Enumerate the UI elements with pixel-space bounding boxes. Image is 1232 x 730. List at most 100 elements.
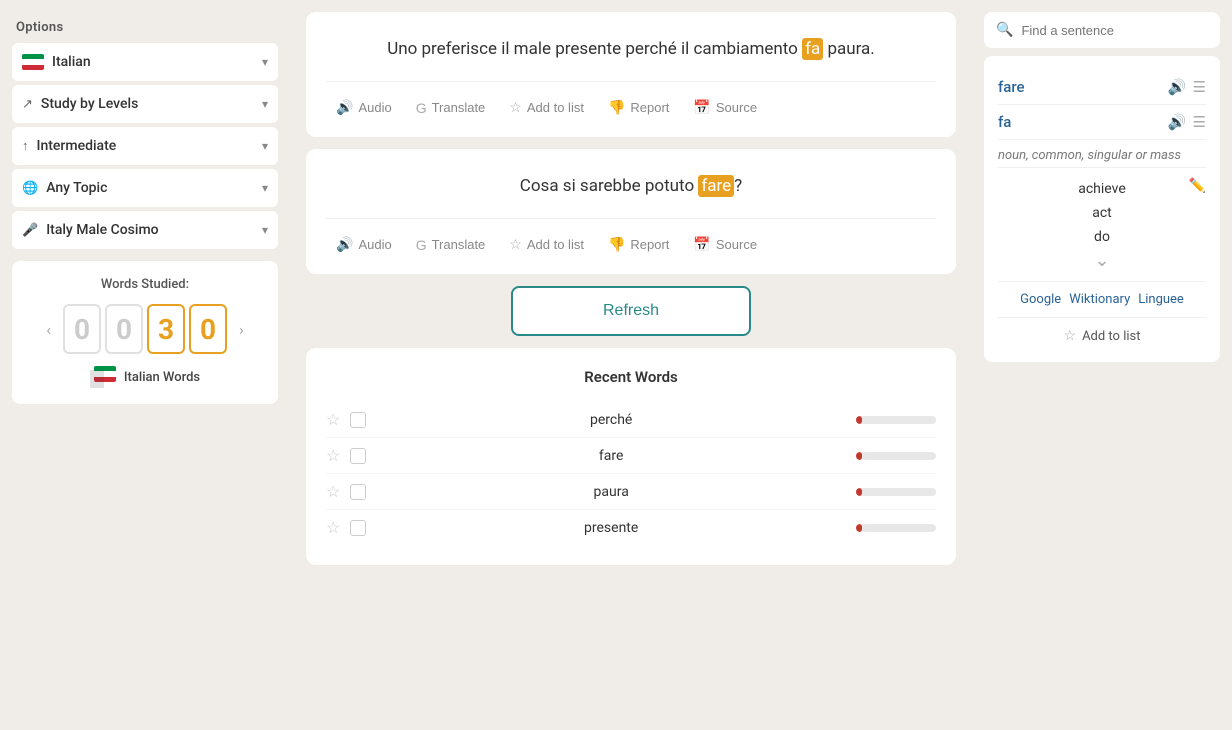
star-icon-4[interactable]: ☆ [326,518,340,537]
show-more-button[interactable]: ⌄ [1094,250,1109,271]
word-row-1: ☆ perché [326,402,936,438]
sentence-card-1: Uno preferisce il male presente perché i… [306,12,956,137]
words-studied-box: Words Studied: ‹ 0 0 3 0 › [12,261,278,404]
refresh-container: Refresh [306,286,956,336]
audio-play-button-fare[interactable]: 🔊 [1168,78,1187,96]
chevron-down-icon: ▾ [262,223,268,237]
sidebar-item-voice-label: Italy Male Cosimo [46,222,158,238]
add-to-list-row[interactable]: ☆ Add to list [998,318,1206,348]
recent-words-title: Recent Words [326,368,936,386]
star-icon-1[interactable]: ☆ [326,410,340,429]
translate-button-2[interactable]: G Translate [406,231,496,258]
digit-0: 0 [63,304,101,354]
sidebar-item-any-topic[interactable]: 🌐 Any Topic ▾ [12,169,278,207]
prev-arrow-button[interactable]: ‹ [42,316,55,343]
report-button-2[interactable]: 👎 Report [598,231,679,258]
audio-play-button-fa[interactable]: 🔊 [1168,113,1187,131]
source-button-1[interactable]: 📅 Source [683,94,767,121]
highlighted-word-fa: fa [802,38,823,60]
translation-2: do [1094,226,1110,248]
sidebar-item-intermediate[interactable]: ↑ Intermediate ▾ [12,127,278,165]
star-icon-3[interactable]: ☆ [326,482,340,501]
edit-icon[interactable]: ✏️ [1189,178,1206,194]
add-to-list-label: Add to list [1082,329,1140,344]
add-to-list-label-2: Add to list [527,237,584,252]
trend-up-icon: ↗ [22,97,33,112]
translate-icon: G [416,100,427,116]
external-links: Google Wiktionary Linguee [998,281,1206,318]
part-of-speech: noun, common, singular or mass [998,140,1206,168]
progress-bar-4 [856,524,936,532]
def-icons-fa: 🔊 ☰ [1168,113,1206,131]
add-to-list-button-2[interactable]: ☆ Add to list [499,231,594,258]
digit-1: 0 [105,304,143,354]
checkbox-3[interactable] [350,484,366,500]
report-button-1[interactable]: 👎 Report [598,94,679,121]
sidebar-item-language-label: Italian [52,54,91,70]
audio-icon: 🔊 [336,99,353,116]
linguee-link[interactable]: Linguee [1138,292,1184,307]
wiktionary-link[interactable]: Wiktionary [1069,292,1130,307]
translate-label-1: Translate [432,100,486,115]
report-label-1: Report [630,100,669,115]
italian-flag-icon [22,54,44,70]
progress-bar-3 [856,488,936,496]
checkbox-1[interactable] [350,412,366,428]
recent-words-card: Recent Words ☆ perché ☆ fare ☆ paura [306,348,956,565]
digit-2: 3 [147,304,185,354]
sidebar-title: Options [12,12,278,43]
sidebar-item-study-levels[interactable]: ↗ Study by Levels ▾ [12,85,278,123]
source-label-1: Source [716,100,757,115]
audio-button-1[interactable]: 🔊 Audio [326,94,402,121]
word-name-2: fare [376,448,846,464]
checkbox-4[interactable] [350,520,366,536]
def-icons-fare: 🔊 ☰ [1168,78,1206,96]
search-input[interactable] [1021,23,1208,38]
sidebar-item-any-topic-label: Any Topic [46,180,107,196]
sidebar-item-language[interactable]: Italian ▾ [12,43,278,81]
def-word-row-fare: fare 🔊 ☰ [998,70,1206,105]
sidebar: Options Italian ▾ ↗ Study by Levels ▾ ↑ … [0,0,290,730]
list-icon-button-fa[interactable]: ☰ [1193,113,1206,131]
definition-panel: fare 🔊 ☰ fa 🔊 ☰ noun, common, singular o… [984,56,1220,362]
source-icon: 📅 [693,236,710,253]
star-icon: ☆ [509,99,522,116]
search-icon: 🔍 [996,22,1013,38]
add-to-list-button-1[interactable]: ☆ Add to list [499,94,594,121]
add-to-list-star-icon: ☆ [1064,328,1077,344]
progress-bar-1 [856,416,936,424]
main-content: Uno preferisce il male presente perché i… [290,0,972,730]
word-row-4: ☆ presente [326,510,936,545]
next-arrow-button[interactable]: › [235,316,248,343]
star-icon: ☆ [509,236,522,253]
report-icon: 👎 [608,99,625,116]
refresh-button[interactable]: Refresh [511,286,751,336]
checkbox-2[interactable] [350,448,366,464]
translations-section: ✏️ achieve act do ⌄ [998,168,1206,281]
star-icon-2[interactable]: ☆ [326,446,340,465]
card-actions-2: 🔊 Audio G Translate ☆ Add to list 👎 Repo… [326,218,936,258]
translate-icon: G [416,237,427,253]
sidebar-item-voice[interactable]: 🎤 Italy Male Cosimo ▾ [12,211,278,249]
globe-icon: 🌐 [22,181,38,196]
word-row-2: ☆ fare [326,438,936,474]
list-icon-button-fare[interactable]: ☰ [1193,78,1206,96]
highlighted-word-fare: fare [698,175,734,197]
chevron-down-icon: ▾ [262,139,268,153]
add-to-list-label-1: Add to list [527,100,584,115]
words-studied-label: Words Studied: [101,277,189,292]
word-name-3: paura [376,484,846,500]
source-icon: 📅 [693,99,710,116]
translate-button-1[interactable]: G Translate [406,94,496,121]
source-button-2[interactable]: 📅 Source [683,231,767,258]
def-primary-word[interactable]: fare [998,78,1025,96]
translation-0: achieve [1078,178,1126,200]
audio-button-2[interactable]: 🔊 Audio [326,231,402,258]
sidebar-item-intermediate-label: Intermediate [37,138,117,154]
google-link[interactable]: Google [1020,292,1061,307]
word-row-3: ☆ paura [326,474,936,510]
chevron-down-icon: ▾ [262,181,268,195]
def-secondary-word[interactable]: fa [998,113,1011,131]
sentence-text-1: Uno preferisce il male presente perché i… [326,36,936,63]
audio-label-2: Audio [358,237,391,252]
